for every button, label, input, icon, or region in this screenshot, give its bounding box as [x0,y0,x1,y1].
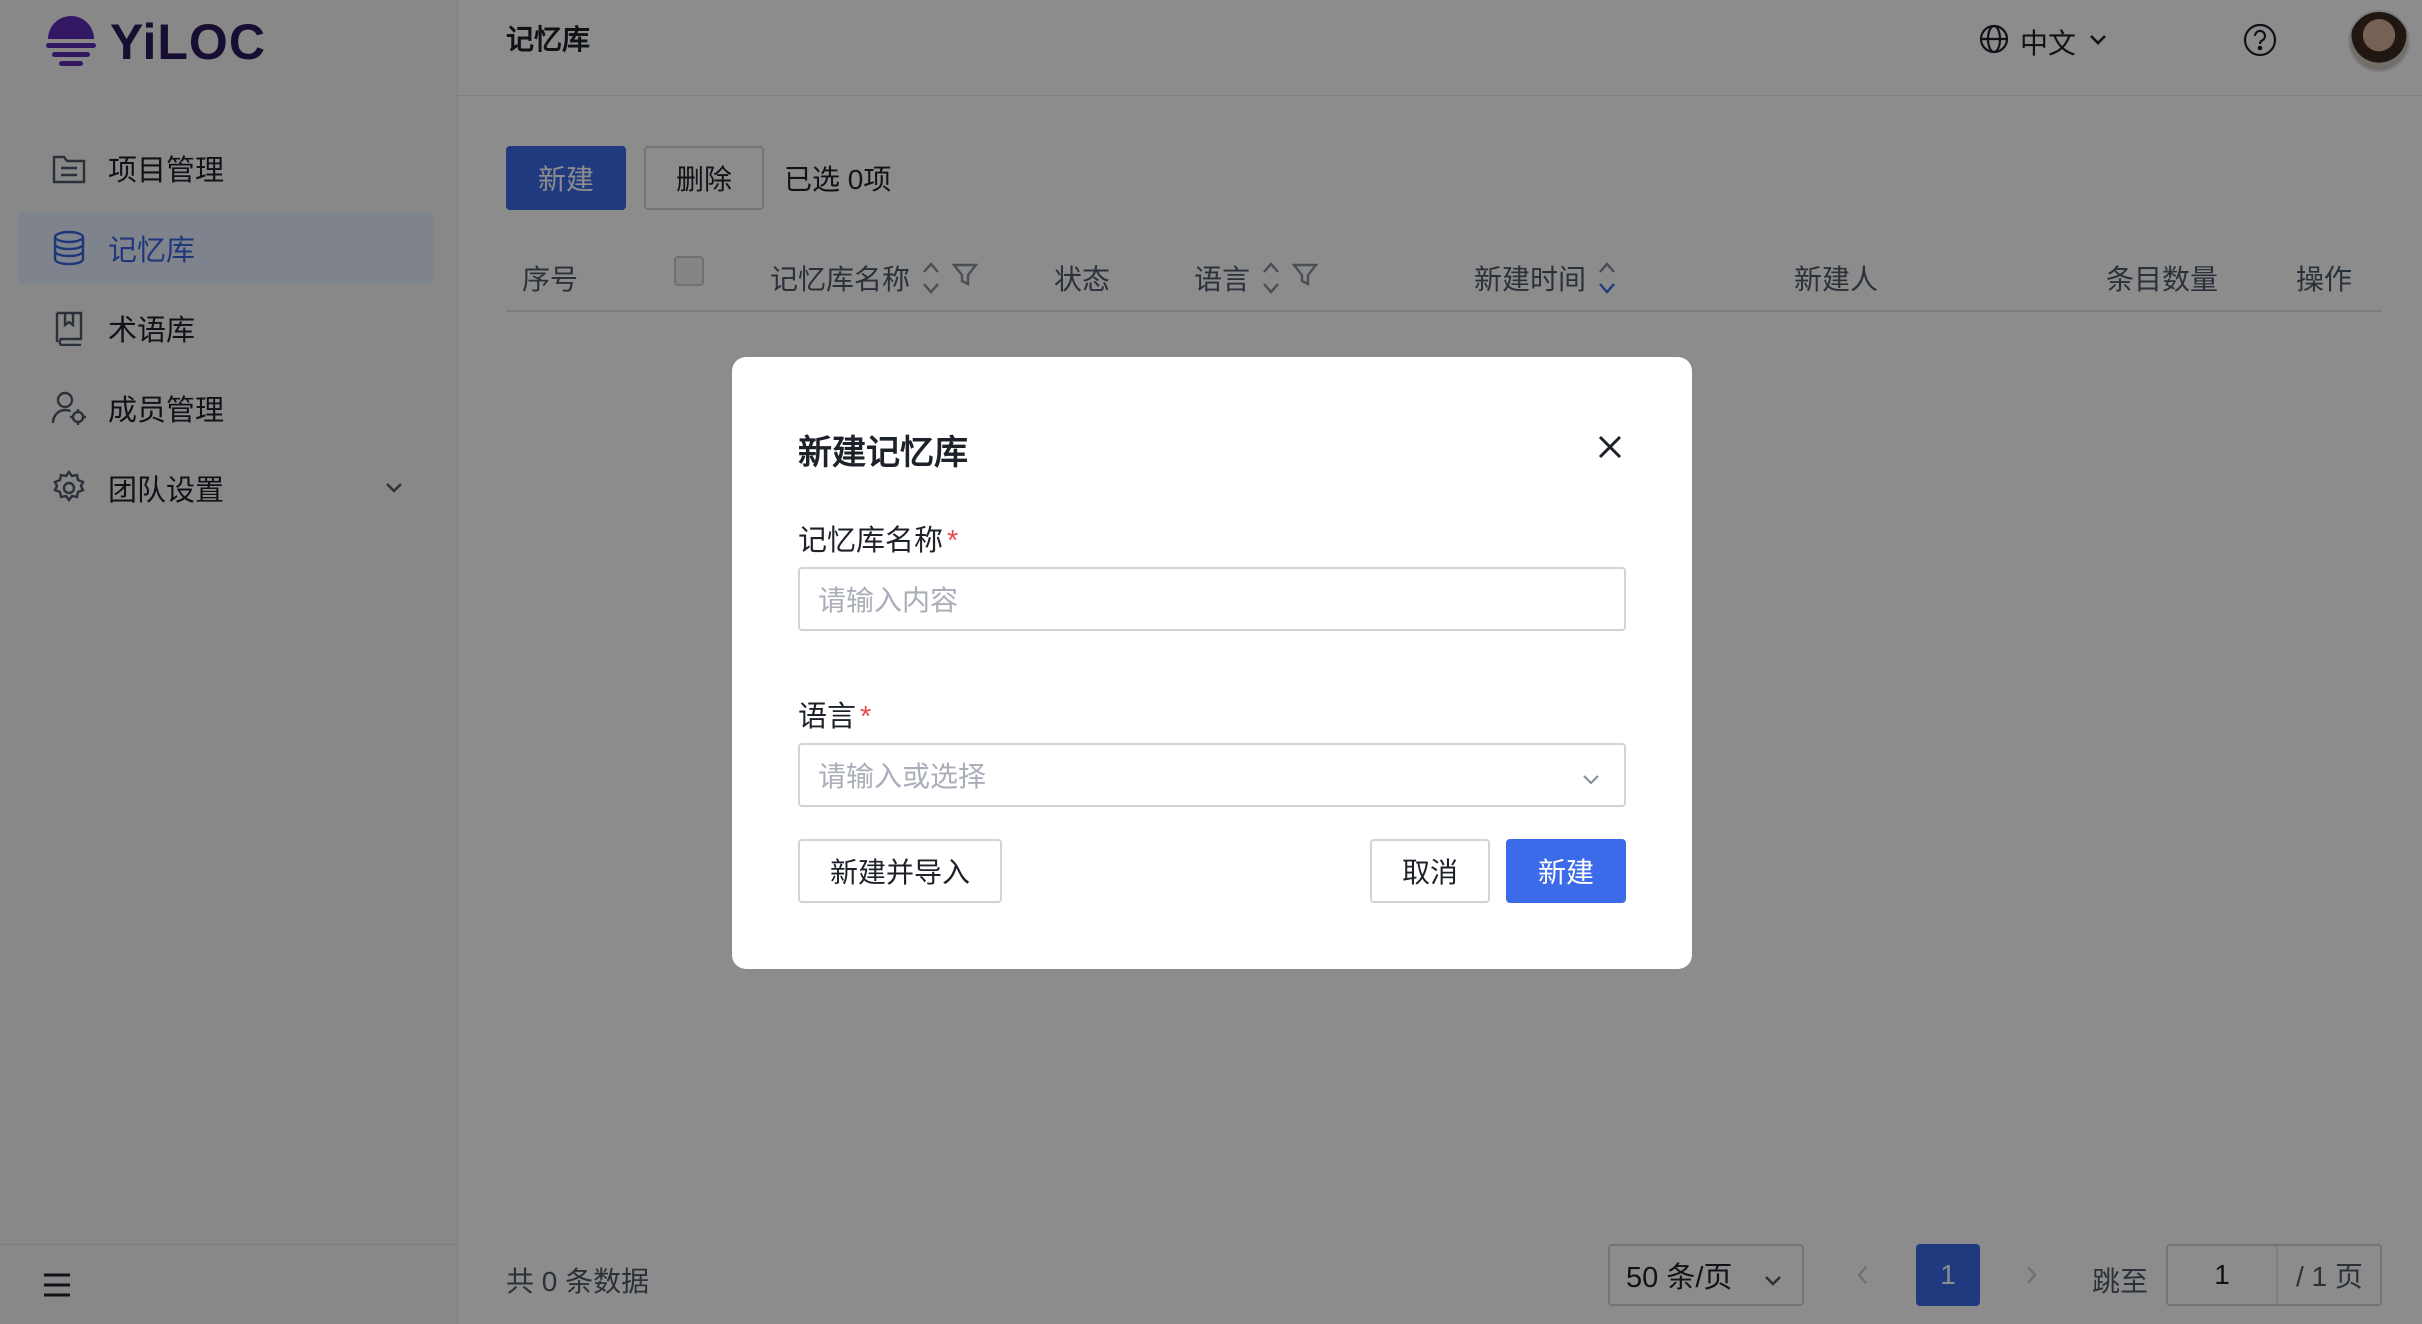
create-button[interactable]: 新建 [1506,839,1626,903]
create-and-import-button[interactable]: 新建并导入 [798,839,1002,903]
name-input-placeholder: 请输入内容 [818,585,959,616]
language-select[interactable]: 请输入或选择 [798,743,1626,807]
new-memory-dialog: 新建记忆库 记忆库名称 * 请输入内容 语言 * 请输入或选择 新建并导入 取消 新… [732,357,1692,969]
required-mark: * [947,525,959,557]
name-input[interactable]: 请输入内容 [798,567,1626,631]
chevron-down-icon [1580,765,1602,797]
dialog-title: 新建记忆库 [798,434,968,472]
language-select-placeholder: 请输入或选择 [818,761,987,792]
cancel-button[interactable]: 取消 [1370,839,1490,903]
name-field-label: 记忆库名称 * [798,525,959,557]
close-icon[interactable] [1594,431,1626,463]
required-mark: * [860,701,872,733]
language-field-label: 语言 * [798,701,872,733]
